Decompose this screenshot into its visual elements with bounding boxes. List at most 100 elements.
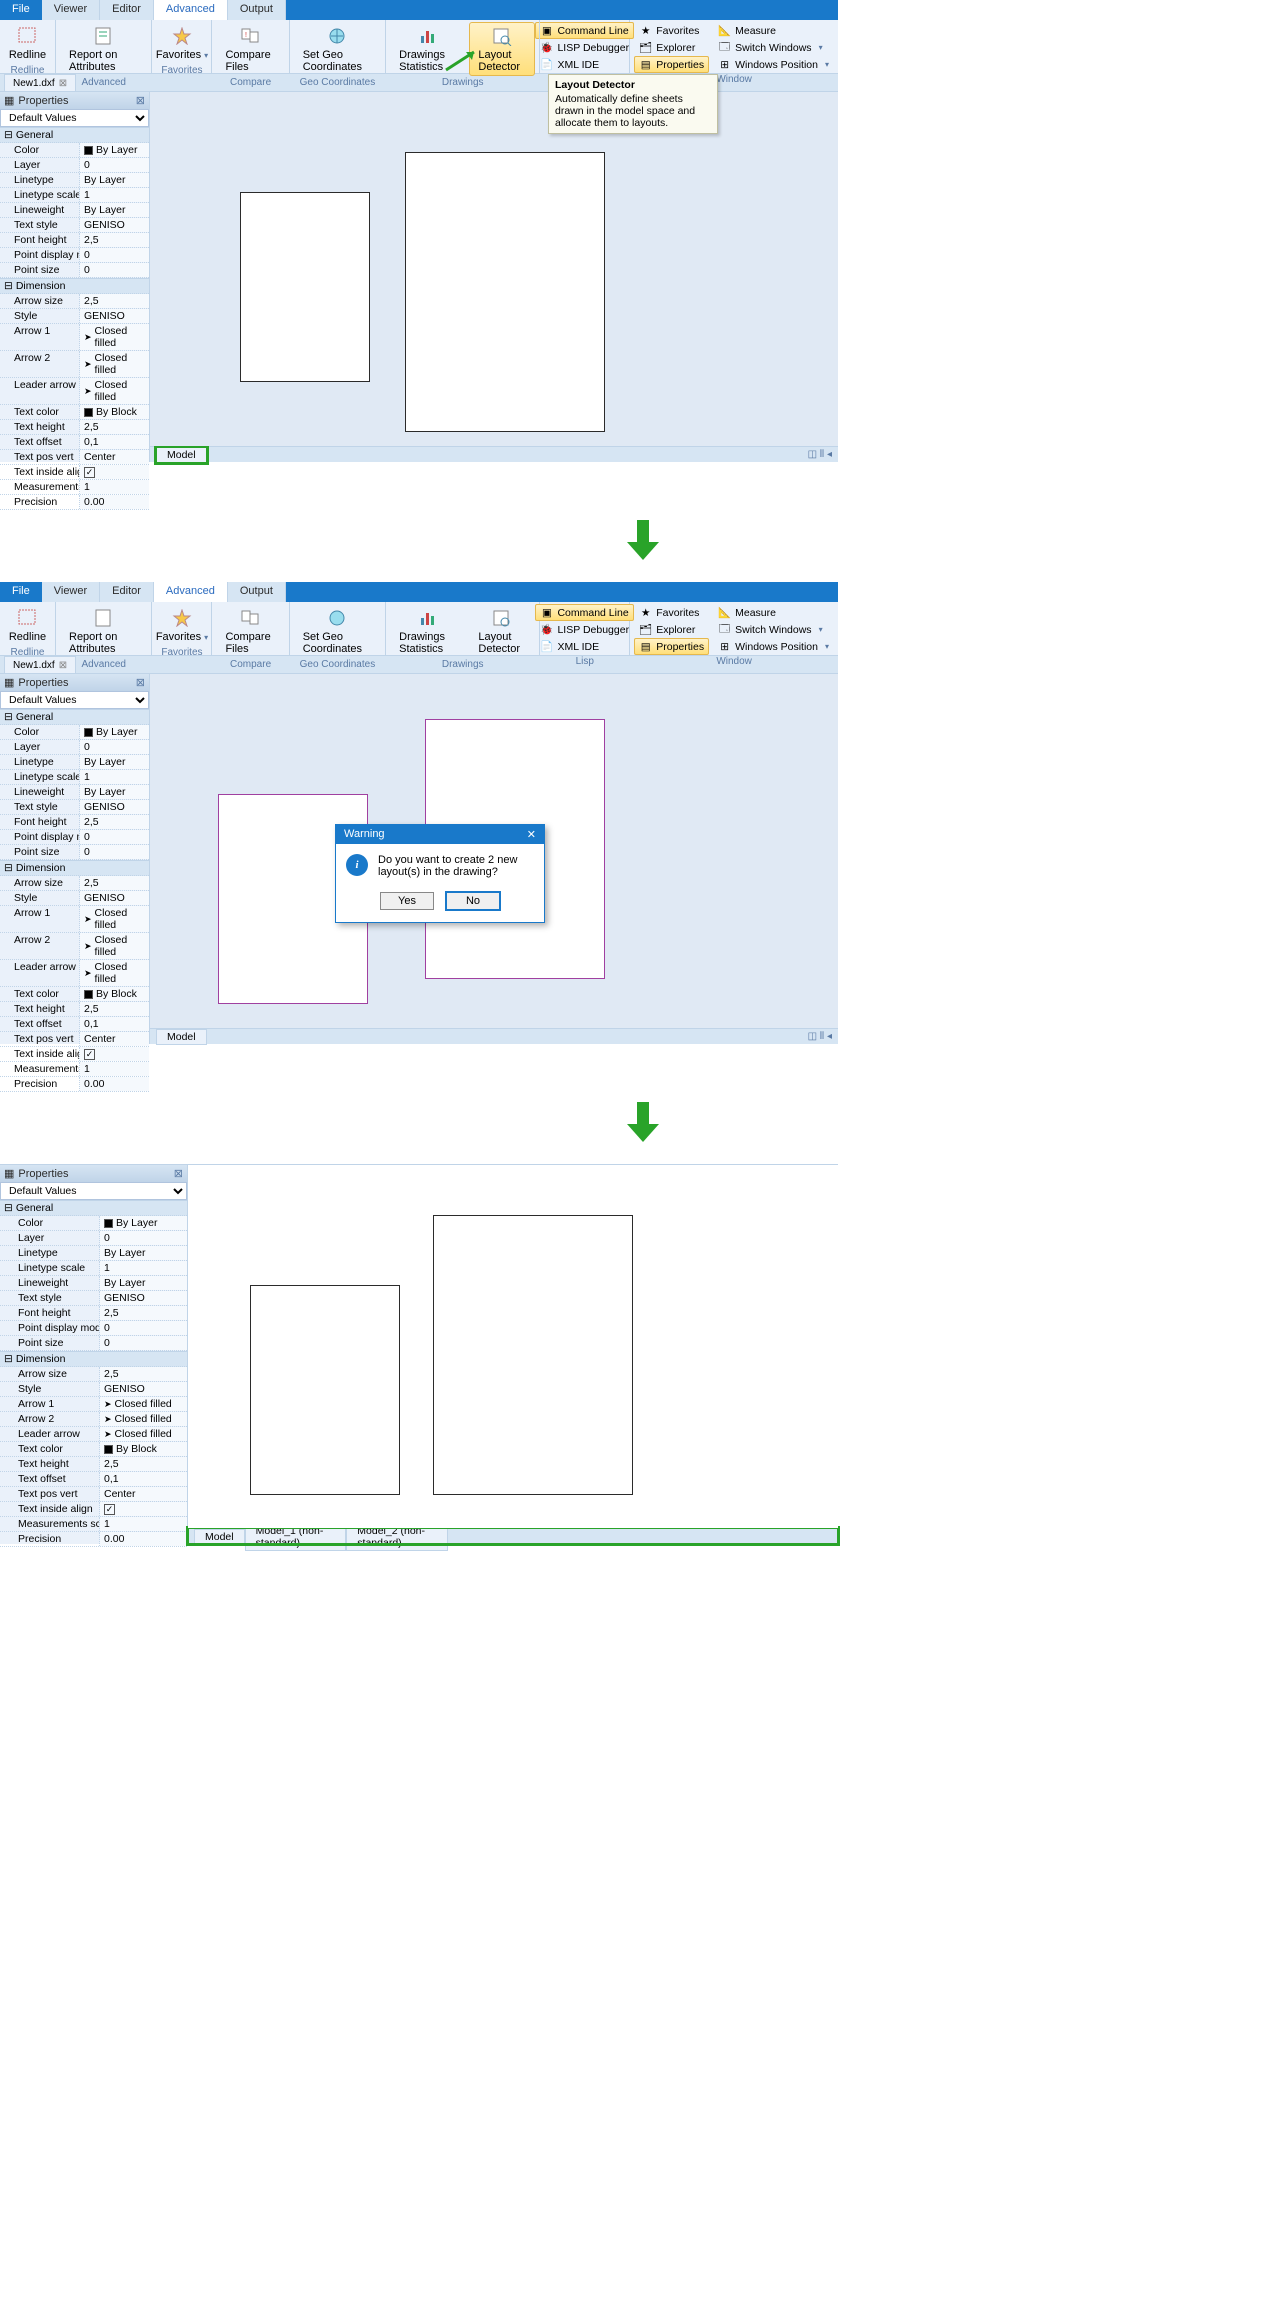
- property-value[interactable]: By Layer: [100, 1276, 187, 1290]
- property-row[interactable]: Leader arrow➤Closed filled: [0, 1427, 187, 1442]
- command-line-button[interactable]: ▣Command Line: [535, 604, 634, 621]
- property-row[interactable]: LineweightBy Layer: [0, 203, 149, 218]
- property-value[interactable]: ➤Closed filled: [80, 351, 149, 377]
- property-row[interactable]: Arrow 1➤Closed filled: [0, 324, 149, 351]
- model-tab[interactable]: Model: [156, 447, 207, 463]
- property-row[interactable]: Arrow 1➤Closed filled: [0, 1397, 187, 1412]
- menu-tab-output[interactable]: Output: [228, 582, 286, 602]
- property-value[interactable]: ✓: [80, 465, 149, 479]
- property-value[interactable]: 0: [100, 1321, 187, 1335]
- measure-button[interactable]: 📐Measure: [713, 604, 834, 621]
- property-value[interactable]: 0: [80, 263, 149, 277]
- property-row[interactable]: Font height2,5: [0, 233, 149, 248]
- property-value[interactable]: Center: [80, 1032, 149, 1046]
- property-row[interactable]: Linetype scale1: [0, 770, 149, 785]
- window-explorer-button[interactable]: 🗂Explorer: [634, 621, 709, 638]
- property-value[interactable]: 0.00: [80, 495, 149, 509]
- property-value[interactable]: 2,5: [80, 876, 149, 890]
- property-row[interactable]: Precision0.00: [0, 1532, 187, 1547]
- property-value[interactable]: Center: [100, 1487, 187, 1501]
- property-row[interactable]: Arrow size2,5: [0, 294, 149, 309]
- property-value[interactable]: ➤Closed filled: [80, 378, 149, 404]
- property-row[interactable]: Point size0: [0, 263, 149, 278]
- property-value[interactable]: GENISO: [80, 891, 149, 905]
- xml-ide-button[interactable]: 📄XML IDE: [535, 56, 634, 73]
- layout-detector-button[interactable]: Layout Detector: [469, 22, 535, 76]
- drawings-statistics-button[interactable]: Drawings Statistics: [390, 22, 465, 76]
- property-value[interactable]: 1: [100, 1517, 187, 1531]
- dialog-close-icon[interactable]: ✕: [527, 828, 536, 841]
- property-value[interactable]: By Layer: [80, 755, 149, 769]
- property-value[interactable]: ✓: [80, 1047, 149, 1061]
- property-row[interactable]: Arrow 2➤Closed filled: [0, 1412, 187, 1427]
- property-row[interactable]: Text height2,5: [0, 1457, 187, 1472]
- property-row[interactable]: Text colorBy Block: [0, 1442, 187, 1457]
- menu-file[interactable]: File: [0, 582, 42, 602]
- property-row[interactable]: Text pos vertCenter: [0, 450, 149, 465]
- property-value[interactable]: By Block: [80, 987, 149, 1001]
- property-row[interactable]: Leader arrow➤Closed filled: [0, 378, 149, 405]
- switch-windows-button[interactable]: 🗔Switch Windows: [713, 39, 834, 56]
- property-value[interactable]: By Layer: [80, 725, 149, 739]
- property-row[interactable]: Layer0: [0, 158, 149, 173]
- property-row[interactable]: StyleGENISO: [0, 1382, 187, 1397]
- panel-close-icon[interactable]: ⊠: [174, 1167, 183, 1180]
- property-row[interactable]: Text styleGENISO: [0, 800, 149, 815]
- property-value[interactable]: 1: [80, 1062, 149, 1076]
- menu-tab-editor[interactable]: Editor: [100, 582, 154, 602]
- property-value[interactable]: 2,5: [100, 1457, 187, 1471]
- property-row[interactable]: Font height2,5: [0, 1306, 187, 1321]
- property-value[interactable]: 0: [100, 1336, 187, 1350]
- menu-tab-output[interactable]: Output: [228, 0, 286, 20]
- canvas[interactable]: Warning✕ iDo you want to create 2 new la…: [150, 674, 838, 1028]
- property-value[interactable]: 1: [80, 188, 149, 202]
- property-value[interactable]: GENISO: [80, 800, 149, 814]
- property-value[interactable]: ➤Closed filled: [80, 906, 149, 932]
- property-value[interactable]: 0: [80, 830, 149, 844]
- property-value[interactable]: 0.00: [80, 1077, 149, 1091]
- property-value[interactable]: ✓: [100, 1502, 187, 1516]
- menu-file[interactable]: File: [0, 0, 42, 20]
- model-tab[interactable]: Model: [156, 1029, 207, 1045]
- property-row[interactable]: Text colorBy Block: [0, 987, 149, 1002]
- sheet-2[interactable]: [405, 152, 605, 432]
- property-row[interactable]: StyleGENISO: [0, 309, 149, 324]
- property-value[interactable]: 2,5: [100, 1306, 187, 1320]
- menu-tab-editor[interactable]: Editor: [100, 0, 154, 20]
- no-button[interactable]: No: [446, 892, 500, 910]
- panel-close-icon[interactable]: ⊠: [136, 94, 145, 107]
- property-value[interactable]: ➤Closed filled: [80, 960, 149, 986]
- property-row[interactable]: Layer0: [0, 1231, 187, 1246]
- property-row[interactable]: Measurements scale1: [0, 1517, 187, 1532]
- property-value[interactable]: 1: [100, 1261, 187, 1275]
- property-value[interactable]: 2,5: [80, 815, 149, 829]
- property-row[interactable]: Layer0: [0, 740, 149, 755]
- menu-tab-viewer[interactable]: Viewer: [42, 582, 100, 602]
- measure-button[interactable]: 📐Measure: [713, 22, 834, 39]
- set-geo-button[interactable]: Set Geo Coordinates: [294, 604, 381, 658]
- property-value[interactable]: ➤Closed filled: [100, 1427, 187, 1441]
- drawings-statistics-button[interactable]: Drawings Statistics: [390, 604, 465, 658]
- property-value[interactable]: By Layer: [100, 1216, 187, 1230]
- property-row[interactable]: Precision0.00: [0, 1077, 149, 1092]
- property-row[interactable]: Point display mode0: [0, 1321, 187, 1336]
- property-row[interactable]: Arrow 2➤Closed filled: [0, 933, 149, 960]
- property-row[interactable]: Arrow size2,5: [0, 1367, 187, 1382]
- property-row[interactable]: Point display mode0: [0, 830, 149, 845]
- property-row[interactable]: Text pos vertCenter: [0, 1487, 187, 1502]
- yes-button[interactable]: Yes: [380, 892, 434, 910]
- lisp-debugger-button[interactable]: 🐞LISP Debugger: [535, 621, 634, 638]
- property-value[interactable]: 1: [80, 480, 149, 494]
- window-explorer-button[interactable]: 🗂Explorer: [634, 39, 709, 56]
- property-value[interactable]: ➤Closed filled: [80, 933, 149, 959]
- property-row[interactable]: LineweightBy Layer: [0, 1276, 187, 1291]
- sheet-2[interactable]: [433, 1215, 633, 1495]
- property-row[interactable]: ColorBy Layer: [0, 1216, 187, 1231]
- property-row[interactable]: LineweightBy Layer: [0, 785, 149, 800]
- close-icon[interactable]: ⊠: [59, 660, 67, 671]
- favorites-button[interactable]: Favorites: [147, 22, 217, 64]
- property-row[interactable]: Text height2,5: [0, 420, 149, 435]
- property-value[interactable]: By Layer: [80, 785, 149, 799]
- property-value[interactable]: 0: [80, 248, 149, 262]
- lisp-debugger-button[interactable]: 🐞LISP Debugger: [535, 39, 634, 56]
